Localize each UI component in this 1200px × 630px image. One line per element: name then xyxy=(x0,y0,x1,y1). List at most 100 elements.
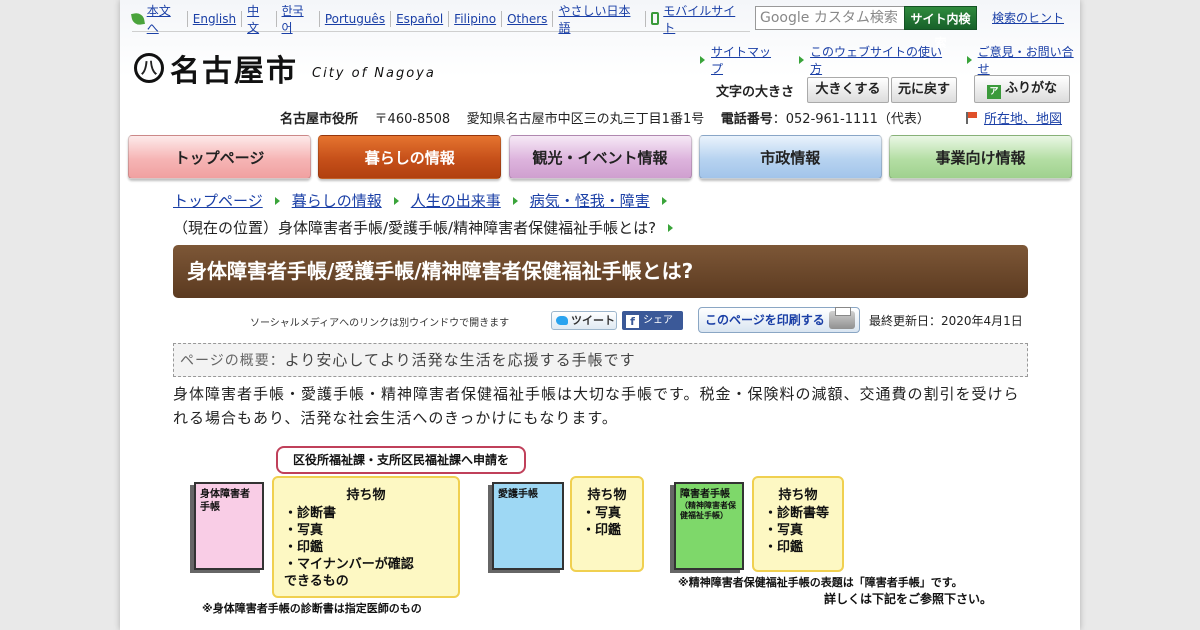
lang-korean[interactable]: 한국어 xyxy=(275,4,319,35)
current-location: （現在の位置）身体障害者手帳/愛護手帳/精神障害者保健福祉手帳とは? xyxy=(173,217,685,238)
lang-others[interactable]: Others xyxy=(501,10,552,27)
util-item-contact[interactable]: ご意見・お問い合せ xyxy=(966,43,1080,77)
list-mental: 持ち物 ・診断書等 ・写真 ・印鑑 xyxy=(752,476,844,572)
location-map-link[interactable]: 所在地、地図 xyxy=(984,108,1062,127)
book-aigo: 愛護手帳 xyxy=(492,482,564,570)
list1-item: ・印鑑 xyxy=(284,540,324,555)
utility-links: サイトマップ このウェブサイトの使い方 ご意見・お問い合せ xyxy=(680,43,1080,77)
util-item-sitemap[interactable]: サイトマップ xyxy=(700,43,779,77)
current-location-text: （現在の位置）身体障害者手帳/愛護手帳/精神障害者保健福祉手帳とは? xyxy=(173,219,657,237)
lang-spanish-link[interactable]: Español xyxy=(396,12,443,26)
lang-filipino[interactable]: Filipino xyxy=(448,10,501,27)
breadcrumb: トップページ 暮らしの情報 人生の出来事 病気・怪我・障害 xyxy=(173,190,679,211)
tweet-button[interactable]: ツイート xyxy=(551,311,617,330)
mobile-phone-icon xyxy=(651,12,660,25)
printer-icon xyxy=(829,307,855,329)
arrow-right-icon xyxy=(799,56,805,64)
nav-tab-government[interactable]: 市政情報 xyxy=(698,135,882,179)
list1-item: ・写真 xyxy=(284,523,324,538)
last-updated: 最終更新日：2020年4月1日 xyxy=(869,314,1023,328)
list1-item: ・診断書 xyxy=(284,506,337,521)
furigana-icon: ア xyxy=(986,85,1001,99)
social-note: ソーシャルメディアへのリンクは別ウインドウで開きます xyxy=(250,318,510,329)
book-physical-disability: 身体障害者手帳 xyxy=(194,482,264,570)
summary-text: より安心してより活発な生活を応援する手帳です xyxy=(284,351,636,369)
share-label: シェア xyxy=(643,315,673,326)
search-input[interactable]: Google カスタム検索 xyxy=(755,6,905,30)
note-mental-a: ※精神障害者保健福祉手帳の表題は「障害者手帳」です。 xyxy=(678,576,963,589)
breadcrumb-arrow-icon xyxy=(661,196,667,205)
lang-korean-link[interactable]: 한국어 xyxy=(282,2,314,36)
list-physical-disability: 持ち物 ・診断書 ・写真 ・印鑑 ・マイナンバーが確認 できるもの xyxy=(272,476,460,598)
search-hint-link[interactable]: 検索のヒント xyxy=(992,9,1064,26)
lang-portuguese[interactable]: Português xyxy=(318,10,390,27)
lang-english[interactable]: English xyxy=(186,10,241,27)
list2-item: ・印鑑 xyxy=(582,523,622,538)
site-logo[interactable]: 八 名古屋市 City of Nagoya xyxy=(134,46,436,90)
print-page-button[interactable]: このページを印刷する xyxy=(698,307,860,333)
font-size-label: 文字の大きさ xyxy=(716,85,795,100)
font-larger-button[interactable]: 大きくする xyxy=(807,77,889,103)
page: 本文へ English 中文 한국어 Português Español Fil… xyxy=(120,0,1080,630)
page-title: 身体障害者手帳/愛護手帳/精神障害者保健福祉手帳とは? xyxy=(173,245,1028,298)
tweet-label: ツイート xyxy=(571,314,615,327)
mobile-site-link[interactable]: モバイルサイト xyxy=(663,2,745,36)
lang-skip[interactable]: 本文へ xyxy=(131,4,187,35)
lang-chinese-link[interactable]: 中文 xyxy=(247,2,270,36)
book3-title: 障害者手帳 xyxy=(680,489,730,500)
util-item-usage[interactable]: このウェブサイトの使い方 xyxy=(799,43,947,77)
sitemap-link[interactable]: サイトマップ xyxy=(711,43,779,77)
office-name: 名古屋市役所 xyxy=(280,112,359,127)
nav-tab-business[interactable]: 事業向け情報 xyxy=(889,135,1072,179)
list-aigo: 持ち物 ・写真 ・印鑑 xyxy=(570,476,644,572)
map-link-item[interactable]: 所在地、地図 xyxy=(966,108,1062,127)
list3-title: 持ち物 xyxy=(778,488,818,503)
list3-item: ・写真 xyxy=(764,523,804,538)
language-bar: 本文へ English 中文 한국어 Português Español Fil… xyxy=(131,4,750,35)
lang-easy-japanese-link[interactable]: やさしい日本語 xyxy=(558,2,640,36)
logo-name: 名古屋市 xyxy=(170,54,298,89)
body-paragraph: 身体障害者手帳・愛護手帳・精神障害者保健福祉手帳は大切な手帳です。税金・保険料の… xyxy=(173,385,1020,427)
phone-number: ：052-961-1111（代表） xyxy=(772,112,930,127)
facebook-share-button[interactable]: f シェア xyxy=(622,311,683,330)
lang-portuguese-link[interactable]: Português xyxy=(325,12,385,26)
leaf-icon xyxy=(131,11,145,26)
book3-subtitle: （精神障害者保健福祉手帳） xyxy=(680,501,736,520)
nav-tab-tourism[interactable]: 観光・イベント情報 xyxy=(508,135,692,179)
facebook-icon: f xyxy=(626,315,639,328)
skip-to-content-link[interactable]: 本文へ xyxy=(147,2,182,36)
phone-label: 電話番号 xyxy=(720,112,773,127)
breadcrumb-top[interactable]: トップページ xyxy=(173,190,263,211)
lang-english-link[interactable]: English xyxy=(193,12,236,26)
site-usage-link[interactable]: このウェブサイトの使い方 xyxy=(810,43,947,77)
nav-tab-top[interactable]: トップページ xyxy=(128,135,311,179)
furigana-label: ふりがな xyxy=(1004,81,1057,96)
lang-others-link[interactable]: Others xyxy=(507,12,547,26)
contact-link[interactable]: ご意見・お問い合せ xyxy=(978,43,1080,77)
font-reset-button[interactable]: 元に戻す xyxy=(891,77,957,103)
breadcrumb-illness[interactable]: 病気・怪我・障害 xyxy=(530,190,650,211)
breadcrumb-life[interactable]: 暮らしの情報 xyxy=(292,190,382,211)
breadcrumb-arrow-icon xyxy=(668,223,674,232)
print-label: このページを印刷する xyxy=(705,313,825,327)
furigana-button[interactable]: アふりがな xyxy=(974,75,1070,103)
list3-item: ・印鑑 xyxy=(764,540,804,555)
lang-mobile[interactable]: モバイルサイト xyxy=(645,4,750,35)
nav-tab-life[interactable]: 暮らしの情報 xyxy=(318,135,502,179)
lang-easy-japanese[interactable]: やさしい日本語 xyxy=(552,4,645,35)
breadcrumb-life-events[interactable]: 人生の出来事 xyxy=(411,190,501,211)
lang-chinese[interactable]: 中文 xyxy=(241,4,275,35)
flag-icon xyxy=(966,111,978,124)
city-hall-address: 名古屋市役所 〒460-8508 愛知県名古屋市中区三の丸三丁目1番1号 電話番… xyxy=(280,108,930,127)
lang-filipino-link[interactable]: Filipino xyxy=(454,12,496,26)
breadcrumb-arrow-icon xyxy=(512,196,518,205)
arrow-right-icon xyxy=(700,56,705,64)
lang-spanish[interactable]: Español xyxy=(390,10,448,27)
logo-subtitle: City of Nagoya xyxy=(312,65,436,81)
list3-item: ・診断書等 xyxy=(764,506,830,521)
note-physical: ※身体障害者手帳の診断書は指定医師のもの xyxy=(202,602,422,615)
summary-label: ページの概要： xyxy=(180,353,285,369)
note-mental-b: 詳しくは下記をご参照下さい。 xyxy=(824,592,993,606)
postal-code: 〒460-8508 xyxy=(374,112,451,127)
site-search-button[interactable]: サイト内検索 xyxy=(904,6,977,50)
